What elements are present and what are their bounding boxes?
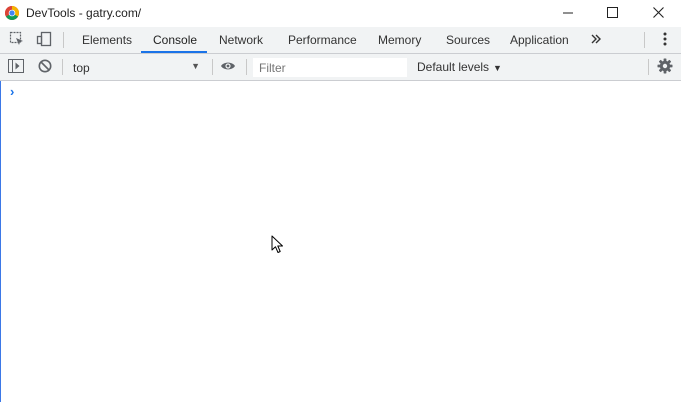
maximize-icon [606, 6, 618, 21]
toolbar-divider [62, 59, 63, 75]
gear-icon [657, 58, 673, 77]
window-title: DevTools - gatry.com/ [26, 6, 142, 20]
clear-console-button[interactable] [36, 58, 54, 76]
tab-console[interactable]: Console [151, 27, 199, 53]
toolbar-divider [63, 32, 64, 48]
toolbar-divider [212, 59, 213, 75]
live-expression-button[interactable] [219, 58, 237, 76]
log-levels-dropdown[interactable]: Default levels ▼ [417, 60, 502, 74]
chevron-down-icon: ▼ [191, 61, 200, 71]
tab-network[interactable]: Network [217, 27, 265, 53]
context-value: top [73, 61, 90, 75]
mouse-pointer-icon [271, 235, 285, 255]
tab-sources[interactable]: Sources [444, 27, 492, 53]
minimize-button[interactable] [545, 0, 591, 27]
close-icon [652, 6, 664, 21]
kebab-menu-icon [663, 32, 667, 49]
levels-label: Default levels [417, 60, 490, 74]
filter-input[interactable] [253, 58, 407, 77]
customize-devtools-button[interactable] [656, 31, 674, 49]
tab-performance[interactable]: Performance [286, 27, 359, 53]
clear-console-icon [38, 59, 52, 76]
tab-memory[interactable]: Memory [376, 27, 423, 53]
chevron-down-icon: ▼ [493, 63, 502, 73]
more-tabs-button[interactable] [587, 31, 605, 49]
title-bar: DevTools - gatry.com/ [0, 0, 681, 27]
show-sidebar-icon [8, 58, 24, 76]
toolbar-divider [644, 32, 645, 48]
console-prompt[interactable]: › [10, 84, 14, 99]
inspect-element-button[interactable] [8, 31, 26, 49]
execution-context-select[interactable]: top ▼ [67, 57, 206, 77]
chrome-logo-icon [5, 6, 19, 20]
devtools-tab-bar: Elements Console Network Performance Mem… [0, 27, 681, 54]
tab-application[interactable]: Application [508, 27, 571, 53]
device-toolbar-icon [36, 31, 52, 50]
console-output[interactable]: › [1, 81, 681, 402]
maximize-button[interactable] [589, 0, 635, 27]
console-toolbar: top ▼ Default levels▼ [0, 54, 681, 81]
active-tab-indicator [141, 51, 207, 53]
minimize-icon [563, 7, 573, 21]
live-expression-eye-icon [220, 60, 236, 75]
inspect-element-icon [9, 31, 25, 50]
chevron-double-right-icon [590, 33, 602, 48]
tab-elements[interactable]: Elements [80, 27, 134, 53]
close-button[interactable] [635, 0, 681, 27]
show-sidebar-button[interactable] [7, 58, 25, 76]
device-toolbar-button[interactable] [35, 31, 53, 49]
toolbar-divider [648, 59, 649, 75]
console-settings-button[interactable] [656, 58, 674, 76]
toolbar-divider [246, 59, 247, 75]
